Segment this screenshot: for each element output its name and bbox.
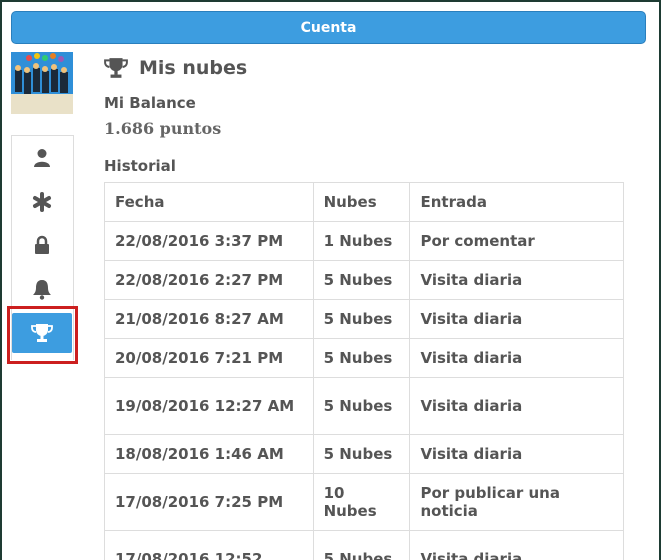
cell-date: 17/08/2016 12:52: [104, 530, 314, 560]
page-title-text: Mis nubes: [139, 57, 248, 79]
bell-icon: [33, 280, 51, 300]
cell-entry: Visita diaria: [409, 299, 624, 339]
cell-clouds: 5 Nubes: [312, 299, 411, 339]
page-title: Mis nubes: [104, 55, 247, 81]
history-label: Historial: [104, 157, 176, 175]
cell-date: 22/08/2016 2:27 PM: [104, 260, 314, 300]
avatar[interactable]: [11, 52, 73, 114]
cell-clouds: 5 Nubes: [312, 338, 411, 378]
table-row: 20/08/2016 7:21 PM 5 Nubes Visita diaria: [104, 338, 624, 378]
cell-date: 18/08/2016 1:46 AM: [104, 434, 314, 474]
table-row: 22/08/2016 2:27 PM 5 Nubes Visita diaria: [104, 260, 624, 300]
lock-icon: [35, 235, 49, 254]
nav-security[interactable]: [12, 225, 72, 265]
table-row: 21/08/2016 8:27 AM 5 Nubes Visita diaria: [104, 299, 624, 339]
cell-entry: Visita diaria: [409, 260, 624, 300]
balance-value: 1.686 puntos: [104, 119, 222, 138]
cell-entry: Por comentar: [409, 221, 624, 261]
cell-entry: Visita diaria: [409, 434, 624, 474]
table-row: 17/08/2016 7:25 PM 10 Nubes Por publicar…: [104, 473, 624, 531]
table-header-row: Fecha Nubes Entrada: [104, 182, 624, 222]
cell-clouds: 5 Nubes: [312, 260, 411, 300]
nav-notifications[interactable]: [12, 269, 72, 309]
history-table: Fecha Nubes Entrada 22/08/2016 3:37 PM 1…: [104, 182, 624, 560]
cell-date: 22/08/2016 3:37 PM: [104, 221, 314, 261]
account-header-button[interactable]: Cuenta: [11, 11, 646, 44]
cell-date: 21/08/2016 8:27 AM: [104, 299, 314, 339]
cell-clouds: 5 Nubes: [312, 377, 411, 435]
header-title: Cuenta: [300, 19, 357, 36]
cell-clouds: 10 Nubes: [312, 473, 411, 531]
table-row: 18/08/2016 1:46 AM 5 Nubes Visita diaria: [104, 434, 624, 474]
avatar-image: [11, 52, 73, 114]
cell-clouds: 5 Nubes: [312, 434, 411, 474]
cell-entry: Visita diaria: [409, 530, 624, 560]
cell-entry: Por publicar una noticia: [409, 473, 624, 531]
column-header-date: Fecha: [104, 182, 314, 222]
table-row: 17/08/2016 12:52 5 Nubes Visita diaria: [104, 530, 624, 560]
trophy-icon: [104, 58, 128, 78]
balance-label: Mi Balance: [104, 94, 196, 112]
cell-date: 17/08/2016 7:25 PM: [104, 473, 314, 531]
nav-profile[interactable]: [12, 138, 72, 178]
cell-entry: Visita diaria: [409, 338, 624, 378]
active-nav-highlight: [7, 306, 78, 364]
table-row: 19/08/2016 12:27 AM 5 Nubes Visita diari…: [104, 377, 624, 435]
cell-clouds: 1 Nubes: [312, 221, 411, 261]
user-icon: [34, 149, 50, 167]
column-header-entry: Entrada: [409, 182, 624, 222]
cell-clouds: 5 Nubes: [312, 530, 411, 560]
cell-date: 19/08/2016 12:27 AM: [104, 377, 314, 435]
cell-date: 20/08/2016 7:21 PM: [104, 338, 314, 378]
nav-settings[interactable]: [12, 182, 72, 222]
cell-entry: Visita diaria: [409, 377, 624, 435]
column-header-clouds: Nubes: [312, 182, 411, 222]
asterisk-icon: [33, 192, 51, 212]
table-row: 22/08/2016 3:37 PM 1 Nubes Por comentar: [104, 221, 624, 261]
